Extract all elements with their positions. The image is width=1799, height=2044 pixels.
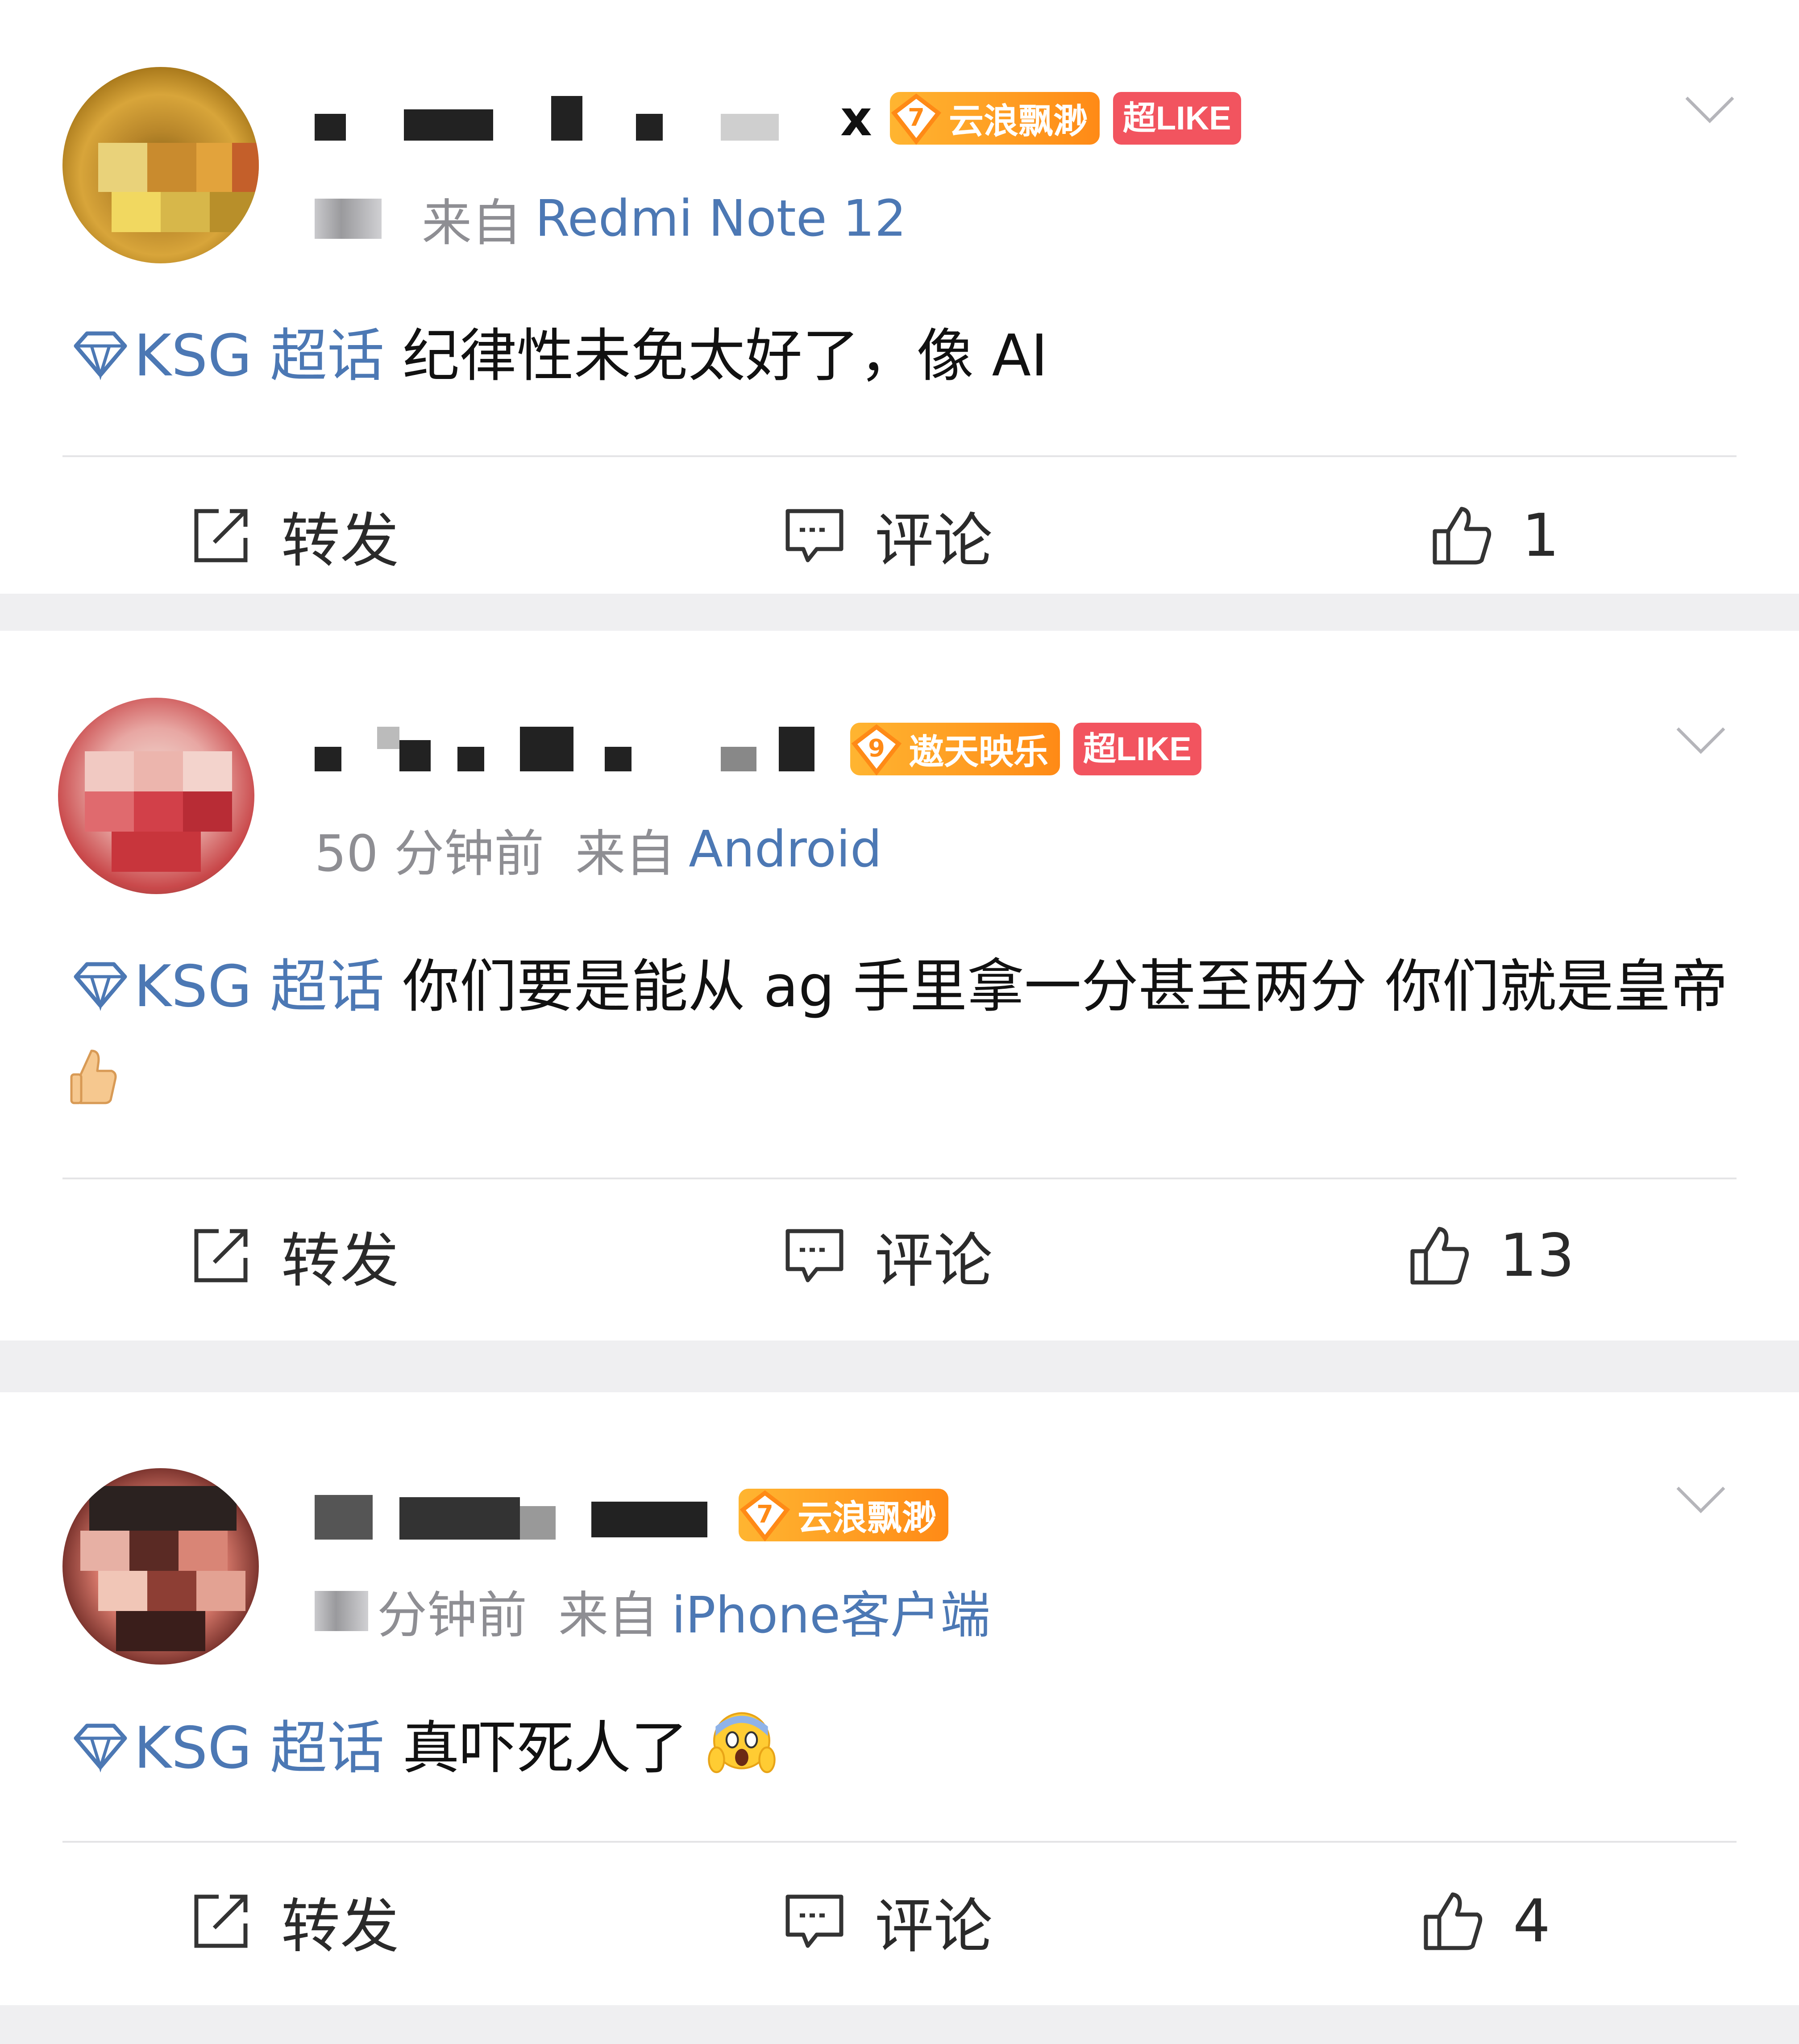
avatar[interactable]: [62, 1468, 259, 1665]
comment-label: 评论: [875, 506, 993, 575]
level-gem-icon: 7: [890, 92, 943, 145]
topic-link[interactable]: KSG 超话: [67, 1715, 403, 1782]
thumbs-up-icon: [1424, 1892, 1483, 1950]
level-badge[interactable]: 7 云浪飘渺: [739, 1489, 949, 1542]
post-time: 50 分钟前: [315, 825, 544, 883]
level-title: 遨天映乐: [909, 732, 1049, 772]
chevron-down-icon[interactable]: [1674, 1482, 1728, 1517]
like-button[interactable]: 4: [1419, 1887, 1550, 1956]
from-label: 来自: [558, 1586, 658, 1644]
level-badge[interactable]: 9 遨天映乐 超LIKE: [850, 723, 1201, 776]
divider: [62, 455, 1737, 457]
scream-emoji: [708, 1712, 776, 1773]
topic-label[interactable]: KSG 超话: [134, 1715, 384, 1782]
like-count: 4: [1513, 1887, 1550, 1956]
post-text: 纪律性未免太好了，像 AI: [402, 323, 1048, 389]
post-time: 分钟前: [377, 1586, 527, 1644]
avatar[interactable]: [58, 698, 254, 894]
repost-icon: [194, 509, 248, 562]
user-name-row: x 7 云浪飘渺 超LIKE: [315, 85, 1241, 152]
feed-post: x 7 云浪飘渺 超LIKE 来自 Redmi Note 12 KSG 超话 纪…: [0, 0, 1799, 594]
repost-label: 转发: [281, 1226, 399, 1295]
level-number: 7: [756, 1500, 773, 1528]
feed-post: 7 云浪飘渺 分钟前 来自 iPhone客户端 KSG 超话 真吓死人了 转发 …: [0, 1392, 1799, 2005]
action-bar: 转发 评论 4: [0, 1877, 1799, 1966]
avatar-image-pixelated: [62, 67, 259, 263]
post-meta: 分钟前 来自 iPhone客户端: [315, 1582, 990, 1644]
diamond-icon: [74, 962, 127, 1011]
post-time-blurred: [315, 199, 382, 239]
avatar-image-pixelated: [62, 1468, 259, 1665]
comment-icon: [785, 509, 843, 562]
divider: [62, 1178, 1737, 1179]
repost-label: 转发: [281, 506, 399, 575]
comment-label: 评论: [875, 1226, 993, 1295]
comment-button[interactable]: 评论: [781, 504, 993, 575]
level-number: 7: [908, 104, 925, 132]
chevron-down-icon[interactable]: [1683, 92, 1737, 127]
divider: [62, 1841, 1737, 1843]
diamond-icon: [74, 1723, 127, 1773]
level-title: 云浪飘渺: [798, 1498, 937, 1538]
repost-button[interactable]: 转发: [187, 1890, 399, 1961]
like-button[interactable]: 1: [1428, 501, 1559, 570]
action-bar: 转发 评论 1: [0, 491, 1799, 580]
post-content: KSG 超话 纪律性未免太好了，像 AI: [67, 308, 1737, 404]
user-name-row: 9 遨天映乐 超LIKE: [315, 716, 1201, 783]
from-label: 来自: [422, 194, 522, 252]
repost-button[interactable]: 转发: [187, 504, 399, 575]
post-text: 你们要是能从 ag 手里拿一分甚至两分 你们就是皇帝: [402, 953, 1728, 1020]
thumbs-up-icon: [1433, 507, 1492, 565]
device-link[interactable]: Android: [689, 820, 882, 878]
action-bar: 转发 评论 13: [0, 1211, 1799, 1300]
level-title: 云浪飘渺: [948, 101, 1088, 142]
like-count: 13: [1500, 1221, 1575, 1290]
topic-label[interactable]: KSG 超话: [134, 953, 384, 1020]
level-gem-icon: 9: [850, 723, 903, 776]
like-button[interactable]: 13: [1406, 1221, 1575, 1290]
user-name-blurred[interactable]: [315, 1488, 730, 1542]
user-name-blurred[interactable]: [315, 722, 841, 776]
super-like-badge[interactable]: 超LIKE: [1073, 723, 1201, 775]
repost-icon: [194, 1229, 248, 1282]
level-gem-icon: 7: [739, 1489, 791, 1542]
chevron-down-icon[interactable]: [1674, 722, 1728, 758]
topic-label[interactable]: KSG 超话: [134, 323, 384, 389]
post-meta: 来自 Redmi Note 12: [315, 190, 906, 252]
thumbs-up-emoji: [70, 1049, 117, 1104]
avatar[interactable]: [62, 67, 259, 263]
post-content: KSG 超话 真吓死人了: [67, 1700, 1737, 1796]
user-name-blurred[interactable]: [315, 92, 837, 145]
comment-icon: [785, 1229, 843, 1282]
repost-button[interactable]: 转发: [187, 1224, 399, 1295]
repost-label: 转发: [281, 1892, 399, 1961]
avatar-image-pixelated: [58, 698, 254, 894]
level-badge[interactable]: 7 云浪飘渺 超LIKE: [889, 92, 1241, 145]
feed-post: 9 遨天映乐 超LIKE 50 分钟前 来自 Android KSG 超话 你们…: [0, 631, 1799, 1340]
thumbs-up-icon: [1410, 1227, 1469, 1285]
topic-link[interactable]: KSG 超话: [67, 323, 403, 389]
level-number: 9: [868, 734, 885, 762]
post-content: KSG 超话 你们要是能从 ag 手里拿一分甚至两分 你们就是皇帝: [67, 939, 1737, 1131]
user-name-suffix[interactable]: x: [840, 90, 872, 147]
comment-button[interactable]: 评论: [781, 1224, 993, 1295]
super-like-badge[interactable]: 超LIKE: [1113, 92, 1241, 145]
topic-link[interactable]: KSG 超话: [67, 953, 403, 1020]
device-link[interactable]: iPhone客户端: [672, 1575, 990, 1647]
comment-label: 评论: [875, 1892, 993, 1961]
like-count: 1: [1522, 501, 1559, 570]
post-time-blurred: [315, 1591, 368, 1631]
post-meta: 50 分钟前 来自 Android: [315, 820, 882, 883]
comment-button[interactable]: 评论: [781, 1890, 993, 1961]
comment-icon: [785, 1894, 843, 1948]
diamond-icon: [74, 331, 127, 380]
repost-icon: [194, 1894, 248, 1948]
user-name-row: 7 云浪飘渺: [315, 1482, 949, 1549]
device-link[interactable]: Redmi Note 12: [535, 190, 906, 248]
post-text: 真吓死人了: [402, 1715, 688, 1782]
from-label: 来自: [575, 825, 676, 883]
